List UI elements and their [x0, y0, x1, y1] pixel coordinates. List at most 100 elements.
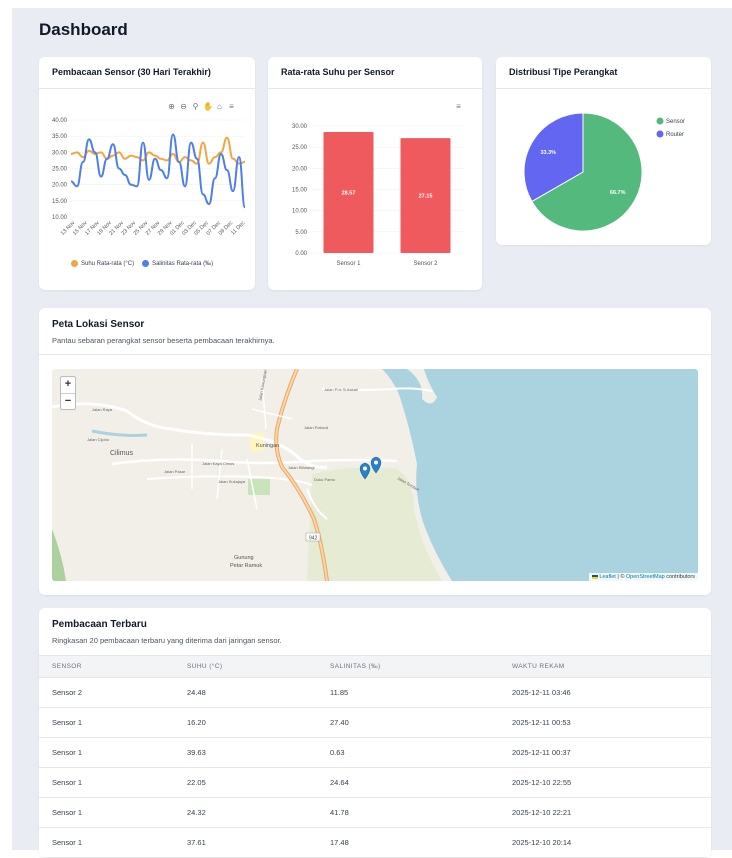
osm-link[interactable]: OpenStreetMap: [626, 574, 665, 580]
map-zoom-in-button[interactable]: +: [61, 377, 75, 393]
readings-card: Pembacaan Terbaru Ringkasan 20 pembacaan…: [39, 608, 711, 858]
cell-time: 2025-12-10 22:21: [512, 797, 711, 828]
map-label-dukupamu: Duku Pamu: [314, 477, 335, 482]
y-tick-label: 15.00: [292, 188, 308, 194]
table-row: Sensor 2 24.48 11.85 2025-12-11 03:46: [39, 677, 711, 708]
table-row: Sensor 1 37.61 17.48 2025-12-10 20:14: [39, 827, 711, 858]
table-row: Sensor 1 39.63 0.63 2025-12-11 00:37: [39, 737, 711, 768]
column-header-sensor: SENSOR: [39, 655, 187, 678]
cell-temperature: 24.32: [187, 797, 330, 828]
line-chart-legend: Suhu Rata-rata (°C) Salinitas Rata-rata (…: [71, 260, 213, 267]
map-tiles: 942 Cilimus Kuningan Gunung Petar Ramuk …: [52, 369, 698, 581]
map-label-jalan-cijoho: Jalan Cijoho: [87, 437, 110, 442]
y-tick-label: 25.00: [52, 167, 68, 173]
y-tick-label: 20.00: [52, 183, 68, 189]
readings-table-body: Sensor 2 24.48 11.85 2025-12-11 03:46 Sensor…: [39, 677, 711, 858]
map-label-jalan-patrouli: Jalan Patrouli: [304, 425, 328, 430]
map-attribution: Leaflet | © OpenStreetMap contributors: [588, 573, 698, 581]
legend-label: Sensor: [666, 119, 685, 125]
y-tick-label: 35.00: [52, 134, 68, 140]
y-tick-label: 5.00: [295, 230, 307, 236]
y-tick-label: 0.00: [295, 251, 307, 257]
map-label-jalan-raya: Jalan Raya: [92, 407, 113, 412]
map-label-road: 942: [309, 536, 318, 542]
line-chart-toolbar: ⊕ ⊖ ⚲ ✋ ⌂ ≡: [167, 102, 236, 111]
y-tick-label: 20.00: [292, 166, 308, 172]
legend-item[interactable]: Suhu Rata-rata (°C): [71, 260, 134, 267]
cell-sensor: Sensor 1: [39, 707, 187, 738]
cell-temperature: 22.05: [187, 767, 330, 798]
y-tick-label: 15.00: [52, 199, 68, 205]
map-card: Peta Lokasi Sensor Pantau sebaran perang…: [39, 308, 711, 595]
cell-salinity: 11.85: [330, 677, 512, 708]
y-tick-label: 10.00: [52, 215, 68, 221]
pan-hand-icon[interactable]: ✋: [203, 102, 213, 111]
zoom-in-icon[interactable]: ⊕: [167, 102, 176, 111]
cell-salinity: 0.63: [330, 737, 512, 768]
cell-salinity: 27.40: [330, 707, 512, 738]
cell-sensor: Sensor 1: [39, 797, 187, 828]
readings-subtitle: Ringkasan 20 pembacaan terbaru yang dite…: [52, 636, 282, 645]
cell-time: 2025-12-11 03:46: [512, 677, 711, 708]
map-label-kuningan: Kuningan: [256, 443, 279, 449]
x-tick-label: Sensor 2: [413, 261, 438, 267]
cell-time: 2025-12-11 00:53: [512, 707, 711, 738]
x-tick-label: 11 Dec: [230, 220, 246, 236]
bar-data-label: 27.15: [419, 194, 433, 200]
map-zoom-out-button[interactable]: −: [61, 393, 75, 409]
map-card-header: Peta Lokasi Sensor Pantau sebaran perang…: [39, 308, 711, 355]
map-label-jalan-pasar: Jalan Pasar: [164, 469, 186, 474]
sensor-readings-chart-title: Pembacaan Sensor (30 Hari Terakhir): [39, 57, 255, 89]
avg-temp-chart-card: Rata-rata Suhu per Sensor ≡ 30.00 25.00 20…: [268, 57, 482, 290]
readings-title: Pembacaan Terbaru: [52, 619, 147, 630]
cell-temperature: 16.20: [187, 707, 330, 738]
sensor-map[interactable]: 942 Cilimus Kuningan Gunung Petar Ramuk …: [52, 369, 698, 581]
series-line-1: [70, 133, 246, 209]
menu-icon[interactable]: ≡: [227, 102, 236, 111]
legend-marker: [656, 130, 664, 138]
cell-temperature: 37.61: [187, 827, 330, 858]
bar-data-label: 28.57: [342, 191, 356, 197]
leaflet-link[interactable]: Leaflet: [599, 574, 616, 580]
legend-marker: [142, 260, 150, 267]
device-type-chart-title: Distribusi Tipe Perangkat: [496, 57, 711, 89]
map-label-petar: Petar Ramuk: [230, 563, 262, 569]
map-label-cilimus: Cilimus: [110, 450, 133, 457]
cell-temperature: 39.63: [187, 737, 330, 768]
leaflet-flag-icon: [591, 574, 598, 579]
map-label-jalan-siliwangi: Jalan Siliwangi: [288, 465, 315, 470]
map-label-jalan-pos: Jalan Pos Sukasari: [324, 387, 358, 392]
cell-sensor: Sensor 1: [39, 737, 187, 768]
map-label-jalan-kaya: Jalan Kaya Cimus: [202, 461, 234, 466]
x-tick-label: Sensor 1: [336, 261, 361, 267]
cell-sensor: Sensor 1: [39, 827, 187, 858]
cell-sensor: Sensor 1: [39, 767, 187, 798]
home-icon[interactable]: ⌂: [215, 102, 224, 111]
cell-time: 2025-12-10 22:55: [512, 767, 711, 798]
pie-data-label: 66.7%: [610, 190, 626, 196]
bar-chart: 30.00 25.00 20.00 15.00 10.00 5.00 0.00 28.57 Se…: [292, 124, 464, 267]
legend-marker: [656, 117, 664, 125]
y-tick-label: 10.00: [292, 209, 308, 215]
pie-data-label: 33.3%: [540, 150, 556, 156]
table-row: Sensor 1 16.20 27.40 2025-12-11 00:53: [39, 707, 711, 738]
map-subtitle: Pantau sebaran perangkat sensor beserta …: [52, 336, 275, 345]
zoom-select-icon[interactable]: ⚲: [191, 102, 200, 111]
avg-temp-chart-title: Rata-rata Suhu per Sensor: [268, 57, 482, 89]
table-header-row: SENSOR SUHU (°C) SALINITAS (‰) WAKTU REK…: [39, 655, 711, 678]
cell-time: 2025-12-11 00:37: [512, 737, 711, 768]
zoom-out-icon[interactable]: ⊖: [179, 102, 188, 111]
legend-item[interactable]: Salinitas Rata-rata (‰): [142, 260, 213, 267]
y-tick-label: 30.00: [52, 150, 68, 156]
attribution-contributors: contributors: [664, 574, 695, 580]
readings-card-header: Pembacaan Terbaru Ringkasan 20 pembacaan…: [39, 608, 711, 655]
readings-table: SENSOR SUHU (°C) SALINITAS (‰) WAKTU REK…: [39, 655, 711, 858]
y-tick-label: 30.00: [292, 124, 308, 130]
legend-label: Salinitas Rata-rata (‰): [152, 261, 214, 268]
column-header-temperature: SUHU (°C): [187, 655, 330, 678]
table-row: Sensor 1 24.32 41.78 2025-12-10 22:21: [39, 797, 711, 828]
cell-sensor: Sensor 2: [39, 677, 187, 708]
map-zoom-control: + −: [60, 376, 76, 410]
cell-temperature: 24.48: [187, 677, 330, 708]
map-label-gunung: Gunung: [234, 555, 254, 561]
